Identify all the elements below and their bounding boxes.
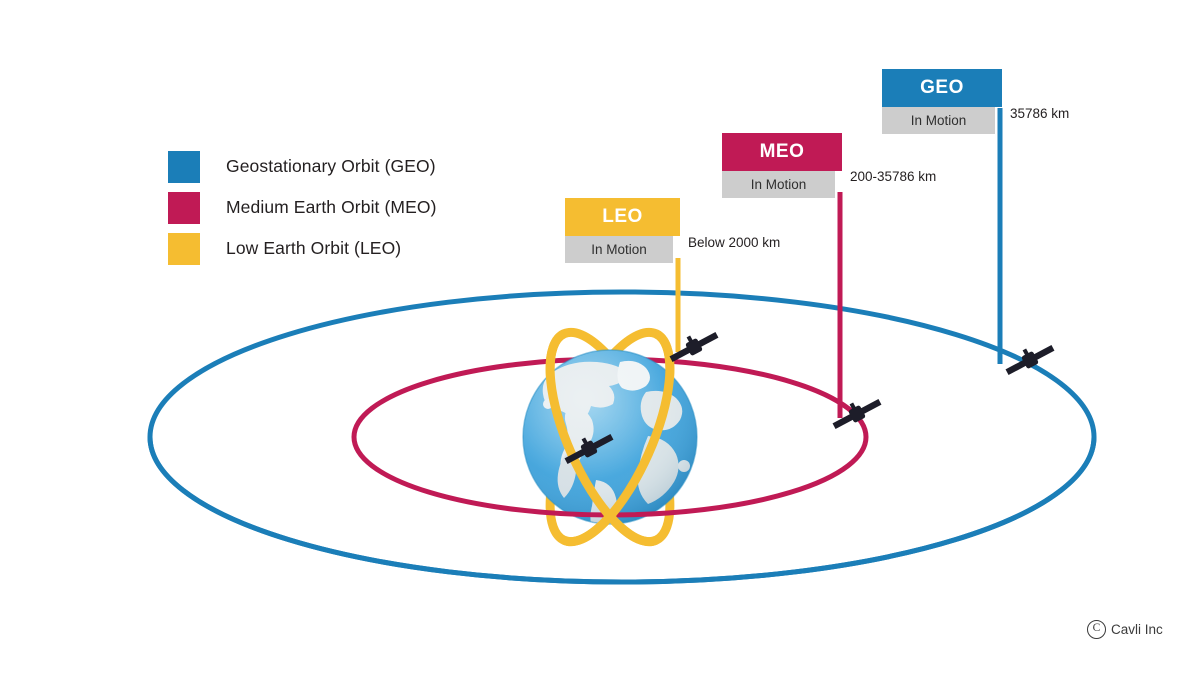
leo-callout-title: LEO <box>565 198 680 236</box>
legend-swatch-meo-icon <box>168 191 200 224</box>
watermark-label: Cavli Inc <box>1111 622 1163 637</box>
legend-item-leo: Low Earth Orbit (LEO) <box>168 228 498 269</box>
meo-callout-status: In Motion <box>722 171 835 198</box>
legend-item-meo: Medium Earth Orbit (MEO) <box>168 187 498 228</box>
legend-swatch-leo-icon <box>168 232 200 265</box>
leo-satellite-icon <box>669 331 719 363</box>
leo-callout-card: LEO In Motion <box>565 198 680 263</box>
diagram-canvas: Geostationary Orbit (GEO) Medium Earth O… <box>0 0 1200 675</box>
meo-satellite-icon <box>832 398 882 430</box>
geo-distance-label: 35786 km <box>1010 106 1070 121</box>
legend-item-geo: Geostationary Orbit (GEO) <box>168 146 498 187</box>
meo-distance-label: 200-35786 km <box>850 169 937 184</box>
copyright-watermark: C Cavli Inc <box>1087 620 1163 639</box>
leo-distance-label: Below 2000 km <box>688 235 781 250</box>
legend-label-leo: Low Earth Orbit (LEO) <box>226 238 402 258</box>
legend-label-meo: Medium Earth Orbit (MEO) <box>226 197 437 217</box>
legend-label-geo: Geostationary Orbit (GEO) <box>226 156 436 176</box>
geo-callout-title: GEO <box>882 69 1002 107</box>
geo-callout-status: In Motion <box>882 107 995 134</box>
leo-callout-status: In Motion <box>565 236 673 263</box>
orbit-illustration <box>147 108 1097 585</box>
copyright-icon: C <box>1087 620 1106 639</box>
legend-swatch-geo-icon <box>168 150 200 183</box>
meo-callout-title: MEO <box>722 133 842 171</box>
meo-callout-card: MEO In Motion <box>722 133 842 198</box>
orbit-legend: Geostationary Orbit (GEO) Medium Earth O… <box>168 146 498 269</box>
geo-callout-card: GEO In Motion <box>882 69 1002 134</box>
